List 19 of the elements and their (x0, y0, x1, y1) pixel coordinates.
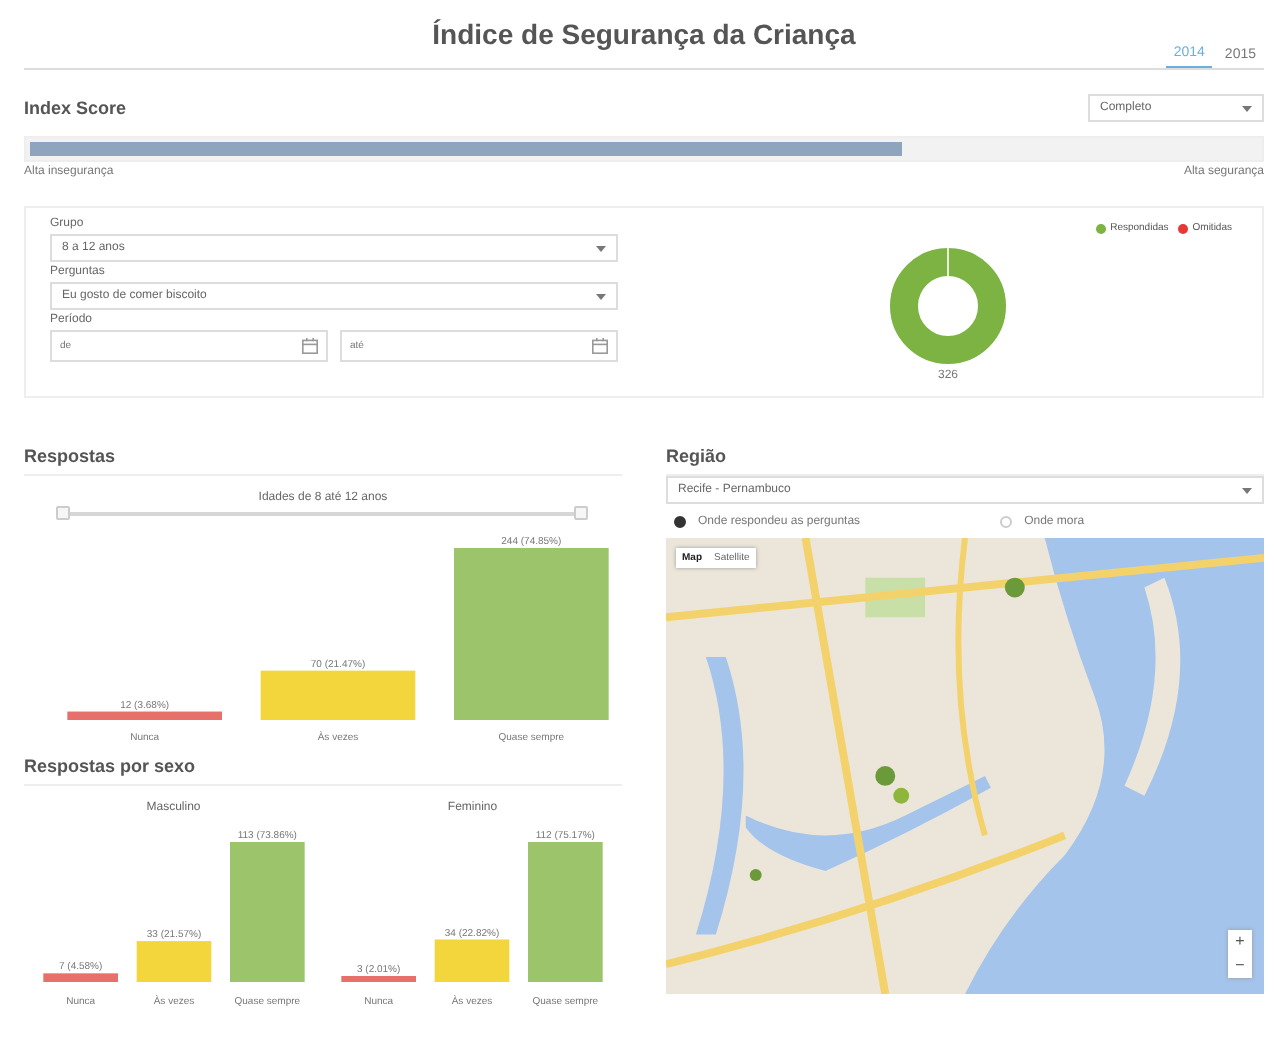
donut-ring (888, 246, 1008, 366)
bar (229, 842, 305, 982)
bar (42, 973, 118, 982)
section-title: Respostas por sexo (24, 756, 622, 786)
bar (435, 939, 510, 982)
bar (528, 842, 604, 982)
zoom-in-button[interactable]: + (1228, 930, 1252, 954)
caret-icon (596, 293, 606, 299)
page-title: Índice de Segurança da Criança (432, 18, 856, 50)
caret-icon (1242, 487, 1252, 493)
caret-icon (1242, 105, 1252, 111)
calendar-icon (592, 338, 608, 354)
bar (341, 976, 417, 982)
zoom-out-button[interactable]: − (1228, 954, 1252, 978)
calendar-icon (302, 338, 318, 354)
section-title: Respostas (24, 446, 622, 476)
section-title: Index Score (24, 98, 127, 118)
caret-icon (596, 245, 606, 251)
bar (136, 941, 211, 982)
